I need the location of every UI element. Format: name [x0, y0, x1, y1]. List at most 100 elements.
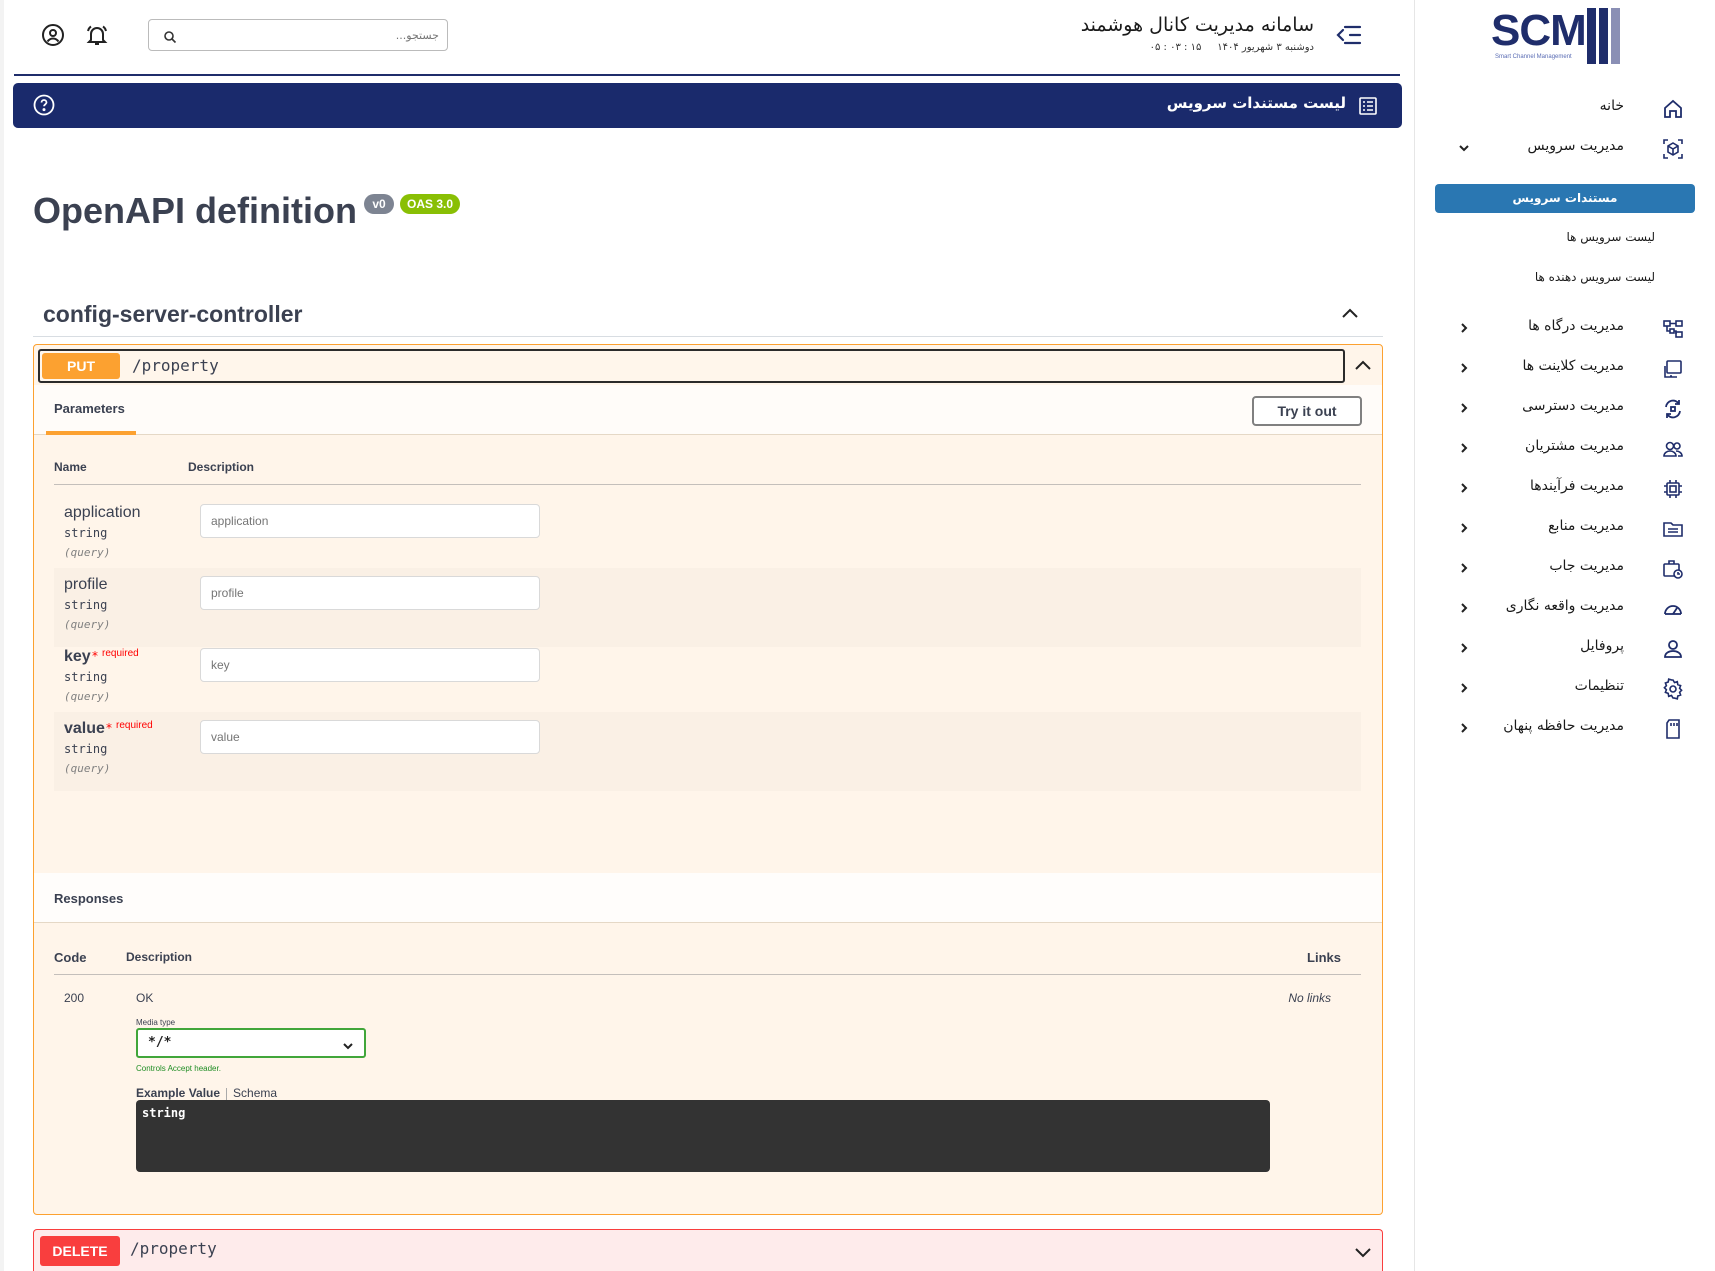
sidebar-item-resources[interactable]: مدیریت منابع — [1415, 508, 1715, 548]
sidebar-subitem-service-list[interactable]: لیست سرویس ها — [1567, 230, 1656, 244]
operation-path: /property — [132, 356, 219, 375]
logging-gauge-icon — [1662, 598, 1684, 620]
param-type: string — [64, 742, 108, 756]
example-code: string — [142, 1106, 186, 1120]
response-description: OK — [136, 991, 154, 1005]
operation-summary[interactable]: PUT /property — [38, 349, 1345, 383]
date-text: دوشنبه ۳ شهریور ۱۴۰۴ — [1217, 42, 1314, 53]
settings-gear-icon — [1662, 678, 1684, 700]
chevron-left-icon — [1457, 680, 1471, 694]
menu-collapse-icon[interactable] — [1336, 24, 1362, 46]
param-row-value: value * required string (query) — [54, 712, 1361, 791]
required-star: * — [92, 649, 98, 663]
help-circle-icon[interactable] — [33, 94, 55, 116]
sidebar-item-service-management[interactable]: مدیریت سرویس — [1415, 128, 1715, 168]
param-location: (query) — [64, 546, 111, 559]
sidebar-item-label: مدیریت واقعه نگاری — [1505, 598, 1624, 614]
sidebar-item-cache[interactable]: مدیریت حافظه پنهان — [1415, 708, 1715, 748]
sidebar-item-settings[interactable]: تنظیمات — [1415, 668, 1715, 708]
gateway-icon — [1662, 318, 1684, 340]
swagger-ui: OpenAPI definition v0 OAS 3.0 config-ser… — [0, 128, 1414, 1271]
param-row-profile: profile string (query) — [54, 568, 1361, 647]
sidebar-subitem-service-docs[interactable]: مستندات سرویس — [1435, 184, 1695, 213]
chevron-down-icon[interactable] — [1352, 1241, 1374, 1263]
sidebar-item-customers[interactable]: مدیریت مشتریان — [1415, 428, 1715, 468]
sidebar-item-gateways[interactable]: مدیریت درگاه ها — [1415, 308, 1715, 348]
process-chip-icon — [1662, 478, 1684, 500]
sidebar-item-label: تنظیمات — [1574, 678, 1624, 694]
example-tabs: Example Value Schema — [136, 1086, 277, 1100]
page-banner: لیست مستندات سرویس — [13, 83, 1402, 128]
tab-example-value[interactable]: Example Value — [136, 1086, 220, 1100]
sidebar-item-logging[interactable]: مدیریت واقعه نگاری — [1415, 588, 1715, 628]
tab-separator — [226, 1087, 228, 1100]
job-briefcase-icon — [1662, 558, 1684, 580]
try-it-out-button[interactable]: Try it out — [1252, 396, 1362, 426]
customers-icon — [1662, 438, 1684, 460]
example-code-block: string — [136, 1100, 1270, 1172]
chevron-down-icon — [342, 1037, 354, 1050]
method-badge-delete: DELETE — [40, 1236, 120, 1266]
api-title: OpenAPI definition — [33, 190, 357, 231]
chevron-down-icon — [1457, 140, 1471, 154]
chevron-up-icon[interactable] — [1352, 355, 1374, 377]
param-type: string — [64, 526, 108, 540]
chevron-left-icon — [1457, 600, 1471, 614]
service-box-icon — [1662, 138, 1684, 160]
col-code-header: Code — [54, 950, 87, 965]
param-input-value[interactable] — [200, 720, 540, 754]
required-label: required — [102, 648, 139, 659]
chevron-left-icon — [1457, 640, 1471, 654]
param-input-application[interactable] — [200, 504, 540, 538]
param-location: (query) — [64, 762, 111, 775]
search-icon — [163, 29, 177, 44]
param-type: string — [64, 598, 108, 612]
param-row-key: key * required string (query) — [54, 640, 1361, 719]
chevron-left-icon — [1457, 360, 1471, 374]
chevron-up-icon[interactable] — [1339, 303, 1361, 325]
required-label: required — [116, 720, 153, 731]
sidebar-item-label: مدیریت سرویس — [1527, 138, 1624, 154]
media-type-note: Controls Accept header. — [136, 1064, 221, 1073]
col-description-header: Description — [188, 460, 255, 474]
operation-delete-property[interactable]: DELETE /property — [33, 1229, 1383, 1271]
param-input-profile[interactable] — [200, 576, 540, 610]
chevron-left-icon — [1457, 560, 1471, 574]
param-name: key — [64, 648, 91, 665]
scm-logo: SCM Smart Channel Management — [1491, 6, 1641, 66]
user-circle-icon[interactable] — [41, 23, 65, 47]
tab-schema[interactable]: Schema — [233, 1086, 277, 1100]
sidebar: SCM Smart Channel Management خانه مدیریت… — [1414, 0, 1715, 1271]
sidebar-item-home[interactable]: خانه — [1415, 88, 1715, 128]
tag-name: config-server-controller — [43, 301, 303, 327]
search-box[interactable] — [148, 19, 448, 51]
sidebar-subitem-provider-list[interactable]: لیست سرویس دهنده ها — [1535, 270, 1655, 284]
search-input[interactable] — [179, 24, 439, 46]
param-name: value — [64, 720, 105, 737]
param-input-key[interactable] — [200, 648, 540, 682]
sidebar-item-clients[interactable]: مدیریت کلاینت ها — [1415, 348, 1715, 388]
app-title: سامانه مدیریت کانال هوشمند — [1080, 14, 1314, 36]
operation-path: /property — [130, 1239, 217, 1258]
tag-section-header[interactable]: config-server-controller — [33, 291, 1383, 337]
resources-folder-icon — [1662, 518, 1684, 540]
tab-parameters[interactable]: Parameters — [54, 401, 125, 416]
param-location: (query) — [64, 690, 111, 703]
param-location: (query) — [64, 618, 111, 631]
sidebar-item-processes[interactable]: مدیریت فرآیندها — [1415, 468, 1715, 508]
sidebar-item-access[interactable]: مدیریت دسترسی — [1415, 388, 1715, 428]
col-description-header: Description — [126, 950, 193, 964]
media-type-select[interactable]: */* — [136, 1028, 366, 1058]
chevron-left-icon — [1457, 480, 1471, 494]
chevron-left-icon — [1457, 720, 1471, 734]
param-name: application — [64, 504, 141, 521]
sidebar-item-jobs[interactable]: مدیریت جاب — [1415, 548, 1715, 588]
sidebar-item-profile[interactable]: پروفایل — [1415, 628, 1715, 668]
notification-bell-icon[interactable] — [85, 23, 109, 47]
sidebar-item-label: مدیریت مشتریان — [1525, 438, 1624, 454]
logo-subtitle: Smart Channel Management — [1495, 54, 1572, 60]
response-code: 200 — [64, 991, 85, 1005]
logo-text: SCM — [1491, 6, 1587, 55]
banner-title: لیست مستندات سرویس — [1166, 94, 1346, 112]
col-name-header: Name — [54, 460, 87, 474]
